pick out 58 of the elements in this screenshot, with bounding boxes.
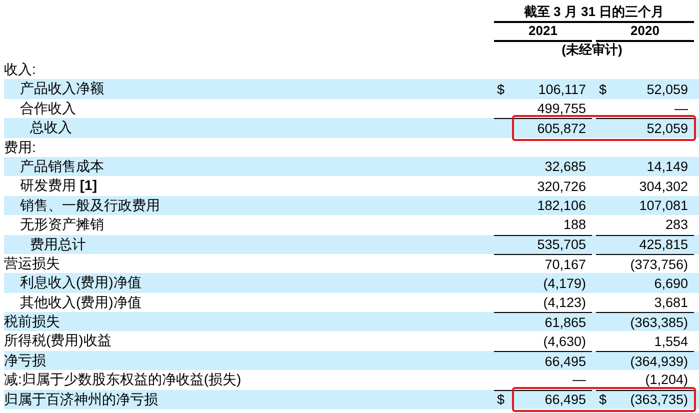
amount: — bbox=[572, 372, 586, 388]
row-label: 营运损失 bbox=[4, 254, 61, 273]
row-label: 其他收入(费用)净值 bbox=[19, 292, 142, 312]
currency-sign: $ bbox=[497, 82, 505, 97]
amount: 32,685 bbox=[544, 159, 586, 174]
row-label: 研发费用 [1] bbox=[19, 176, 98, 196]
row-label: 销售、一般及行政费用 bbox=[19, 196, 161, 215]
row-label: 税前损失 bbox=[4, 312, 61, 332]
amount: 6,690 bbox=[654, 276, 688, 290]
amount: (364,939) bbox=[630, 354, 688, 369]
currency-sign: $ bbox=[497, 392, 505, 408]
row-label: 费用总计 bbox=[29, 234, 87, 254]
amount: 66,495 bbox=[544, 354, 586, 369]
column-note: (未经审计) bbox=[560, 41, 624, 59]
row-label: 费用: bbox=[4, 138, 37, 157]
row-label: 归属于百济神州的净亏损 bbox=[4, 390, 159, 409]
amount: 107,081 bbox=[639, 198, 688, 213]
row-label: 合作收入 bbox=[19, 98, 77, 118]
amount: (363,385) bbox=[630, 314, 688, 330]
amount: 425,815 bbox=[639, 237, 688, 252]
row-label: 总收入 bbox=[29, 118, 73, 138]
amount: (4,630) bbox=[543, 334, 586, 349]
amount: — bbox=[674, 100, 688, 116]
column-heading: 截至 3 月 31 日的三个月 bbox=[494, 3, 694, 23]
amount: 3,681 bbox=[654, 294, 688, 310]
column-heading: 2021 bbox=[494, 22, 592, 42]
amount: 535,705 bbox=[537, 237, 586, 252]
amount: 52,059 bbox=[646, 120, 688, 136]
amount: (373,756) bbox=[630, 256, 688, 272]
column-heading: 2020 bbox=[596, 22, 694, 42]
amount: 320,726 bbox=[537, 178, 586, 194]
amount: (4,123) bbox=[543, 294, 586, 310]
row-label: 收入: bbox=[4, 60, 37, 79]
amount: (1,204) bbox=[645, 372, 688, 388]
amount: (363,735) bbox=[630, 392, 688, 408]
currency-sign: $ bbox=[599, 82, 607, 97]
amount: 70,167 bbox=[544, 256, 586, 272]
amount: 304,302 bbox=[639, 178, 688, 194]
amount: 283 bbox=[665, 217, 688, 232]
amount: 188 bbox=[563, 217, 586, 232]
amount: 182,106 bbox=[537, 198, 586, 213]
row-label: 无形资产摊销 bbox=[19, 215, 105, 234]
amount: 52,059 bbox=[646, 82, 688, 97]
row-label: 减:归属于少数股东权益的净收益(损失) bbox=[4, 370, 242, 390]
amount: 499,755 bbox=[537, 100, 586, 116]
amount: 106,117 bbox=[538, 82, 586, 97]
amount: 66,495 bbox=[544, 392, 586, 408]
row-label: 产品收入净额 bbox=[19, 79, 105, 98]
row-label: 所得税(费用)收益 bbox=[4, 331, 112, 350]
row-label: 产品销售成本 bbox=[19, 156, 105, 176]
amount: 1,554 bbox=[654, 334, 688, 349]
row-label: 利息收入(费用)净值 bbox=[19, 273, 142, 292]
currency-sign: $ bbox=[599, 392, 607, 408]
amount: (4,179) bbox=[543, 276, 586, 290]
amount: 14,149 bbox=[646, 159, 688, 174]
amount: 61,865 bbox=[544, 314, 586, 330]
row-label: 净亏损 bbox=[4, 350, 47, 370]
amount: 605,872 bbox=[537, 120, 586, 136]
